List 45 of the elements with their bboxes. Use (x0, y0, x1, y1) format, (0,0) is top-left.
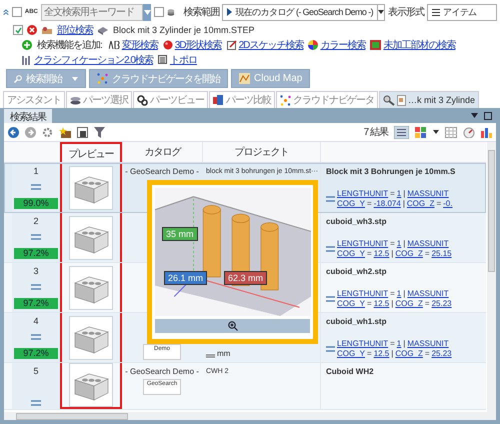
operator-text: = (390, 239, 395, 249)
operator-text: | (403, 189, 406, 199)
operator-text: | (402, 199, 405, 209)
operator-text: | (391, 299, 394, 309)
row-number: 5 (33, 366, 38, 376)
dimension-label: 62.3 mm (224, 271, 268, 285)
operator-text: | (391, 249, 394, 259)
part-title: Block mit 3 Bohrungen je 10mm.S (326, 167, 456, 176)
dimension-label: 26.1 mm (164, 271, 208, 285)
operator-text: = (424, 249, 430, 259)
operator-text: = (367, 299, 372, 309)
row-number: 3 (33, 266, 38, 276)
view-label: 表示形式 (388, 6, 424, 19)
operator-text: = (390, 339, 395, 349)
operator-text: = (390, 289, 395, 299)
match-score: 97.2% (14, 248, 58, 259)
add-function-label: 検索機能を追加: (37, 38, 102, 52)
operator-text: | (403, 289, 406, 299)
row-number: 1 (33, 166, 38, 176)
operator-text: | (403, 339, 406, 349)
part-title: Cuboid WH2 (326, 367, 375, 376)
project-name: mm (217, 349, 230, 358)
scope-label: 検索範囲 (183, 6, 220, 19)
operator-text: = (367, 199, 372, 209)
catalog-name: - GeoSearch Demo - (125, 367, 199, 376)
match-score: 97.2% (14, 298, 58, 309)
file-name: Block mit 3 Zylinder je 10mm.STEP (113, 25, 255, 35)
operator-text: | (391, 349, 394, 359)
part-title: cuboid_wh3.stp (326, 217, 388, 226)
operator-text: = (390, 189, 395, 199)
match-score: 99.0% (14, 198, 58, 209)
operator-text: = (424, 299, 430, 309)
operator-text: = (367, 249, 372, 259)
dimension-label: 35 mm (162, 227, 198, 241)
operator-text: = (436, 199, 442, 209)
row-number: 2 (33, 216, 38, 226)
part-title: cuboid_wh1.stp (326, 317, 388, 326)
catalog-name: - GeoSearch Demo - (125, 167, 199, 176)
result-count: 7 結果 (364, 126, 388, 139)
part-title: cuboid_wh2.stp (326, 267, 388, 276)
operator-text: = (424, 349, 430, 359)
operator-text: | (403, 239, 406, 249)
match-score: 97.2% (14, 348, 58, 359)
row-number: 4 (33, 316, 38, 326)
operator-text: = (367, 349, 372, 359)
